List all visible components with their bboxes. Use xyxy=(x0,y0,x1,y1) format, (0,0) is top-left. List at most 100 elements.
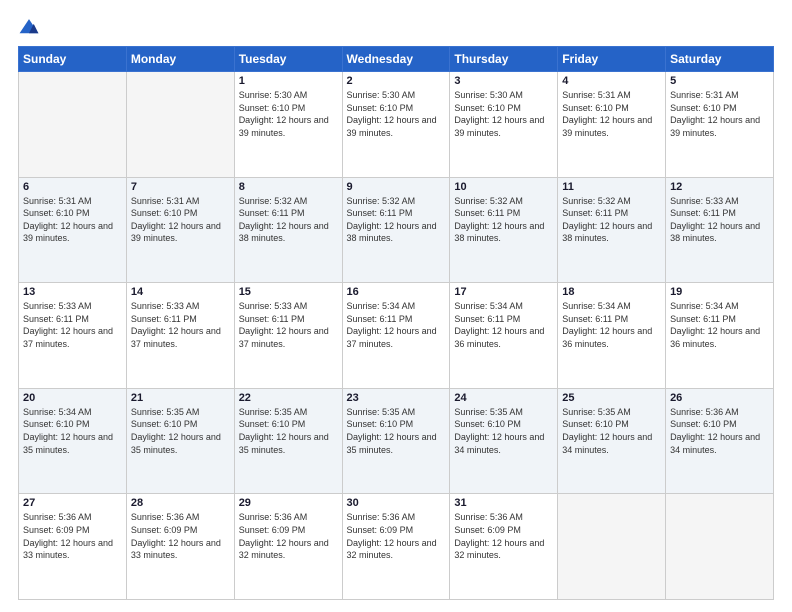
header xyxy=(18,16,774,38)
day-info: Sunrise: 5:34 AM Sunset: 6:10 PM Dayligh… xyxy=(23,406,122,456)
calendar-day-cell: 21Sunrise: 5:35 AM Sunset: 6:10 PM Dayli… xyxy=(126,388,234,494)
calendar-day-cell: 11 Sunrise: 5:32 AM Sunset: 6:11 PM Dayli… xyxy=(558,177,666,283)
calendar-day-cell: 7 Sunrise: 5:31 AM Sunset: 6:10 PM Daylig… xyxy=(126,177,234,283)
day-number: 19 xyxy=(670,286,769,298)
calendar-day-cell: 2 Sunrise: 5:30 AM Sunset: 6:10 PM Daylig… xyxy=(342,72,450,178)
day-number: 6 xyxy=(23,181,122,193)
day-info: Sunrise: 5:32 AM Sunset: 6:11 PM Dayligh… xyxy=(239,195,338,245)
weekday-header-cell: Thursday xyxy=(450,47,558,72)
calendar-day-cell: 19 Sunrise: 5:34 AM Sunset: 6:11 PM Dayli… xyxy=(666,283,774,389)
day-info: Sunrise: 5:36 AM Sunset: 6:09 PM Dayligh… xyxy=(454,511,553,561)
day-number: 28 xyxy=(131,497,230,509)
day-info: Sunrise: 5:36 AM Sunset: 6:09 PM Dayligh… xyxy=(347,511,446,561)
weekday-header-cell: Monday xyxy=(126,47,234,72)
day-number: 30 xyxy=(347,497,446,509)
day-number: 8 xyxy=(239,181,338,193)
day-info: Sunrise: 5:30 AM Sunset: 6:10 PM Dayligh… xyxy=(239,89,338,139)
page: SundayMondayTuesdayWednesdayThursdayFrid… xyxy=(0,0,792,612)
calendar-day-cell xyxy=(19,72,127,178)
day-number: 2 xyxy=(347,75,446,87)
day-number: 27 xyxy=(23,497,122,509)
day-number: 16 xyxy=(347,286,446,298)
day-number: 23 xyxy=(347,392,446,404)
day-info: Sunrise: 5:34 AM Sunset: 6:11 PM Dayligh… xyxy=(562,300,661,350)
calendar-day-cell: 23 Sunrise: 5:35 AM Sunset: 6:10 PM Dayli… xyxy=(342,388,450,494)
day-info: Sunrise: 5:35 AM Sunset: 6:10 PM Dayligh… xyxy=(239,406,338,456)
calendar-day-cell: 1 Sunrise: 5:30 AM Sunset: 6:10 PM Daylig… xyxy=(234,72,342,178)
day-number: 31 xyxy=(454,497,553,509)
weekday-header-row: SundayMondayTuesdayWednesdayThursdayFrid… xyxy=(19,47,774,72)
calendar-day-cell: 4 Sunrise: 5:31 AM Sunset: 6:10 PM Daylig… xyxy=(558,72,666,178)
calendar-day-cell: 27 Sunrise: 5:36 AM Sunset: 6:09 PM Dayli… xyxy=(19,494,127,600)
day-number: 7 xyxy=(131,181,230,193)
calendar-day-cell: 29 Sunrise: 5:36 AM Sunset: 6:09 PM Dayli… xyxy=(234,494,342,600)
calendar-week-row: 27 Sunrise: 5:36 AM Sunset: 6:09 PM Dayli… xyxy=(19,494,774,600)
calendar-day-cell: 16 Sunrise: 5:34 AM Sunset: 6:11 PM Dayli… xyxy=(342,283,450,389)
calendar-day-cell xyxy=(666,494,774,600)
day-number: 3 xyxy=(454,75,553,87)
day-info: Sunrise: 5:31 AM Sunset: 6:10 PM Dayligh… xyxy=(131,195,230,245)
calendar-week-row: 13 Sunrise: 5:33 AM Sunset: 6:11 PM Dayli… xyxy=(19,283,774,389)
calendar-day-cell: 20 Sunrise: 5:34 AM Sunset: 6:10 PM Dayli… xyxy=(19,388,127,494)
day-info: Sunrise: 5:31 AM Sunset: 6:10 PM Dayligh… xyxy=(23,195,122,245)
day-info: Sunrise: 5:35 AM Sunset: 6:10 PM Dayligh… xyxy=(347,406,446,456)
day-info: Sunrise: 5:34 AM Sunset: 6:11 PM Dayligh… xyxy=(347,300,446,350)
day-info: Sunrise: 5:36 AM Sunset: 6:10 PM Dayligh… xyxy=(670,406,769,456)
day-info: Sunrise: 5:31 AM Sunset: 6:10 PM Dayligh… xyxy=(562,89,661,139)
calendar-day-cell: 9 Sunrise: 5:32 AM Sunset: 6:11 PM Daylig… xyxy=(342,177,450,283)
day-info: Sunrise: 5:33 AM Sunset: 6:11 PM Dayligh… xyxy=(23,300,122,350)
day-number: 9 xyxy=(347,181,446,193)
calendar-day-cell: 25 Sunrise: 5:35 AM Sunset: 6:10 PM Dayli… xyxy=(558,388,666,494)
day-info: Sunrise: 5:34 AM Sunset: 6:11 PM Dayligh… xyxy=(454,300,553,350)
day-number: 17 xyxy=(454,286,553,298)
day-number: 29 xyxy=(239,497,338,509)
calendar-day-cell: 13 Sunrise: 5:33 AM Sunset: 6:11 PM Dayli… xyxy=(19,283,127,389)
day-info: Sunrise: 5:33 AM Sunset: 6:11 PM Dayligh… xyxy=(239,300,338,350)
day-info: Sunrise: 5:35 AM Sunset: 6:10 PM Dayligh… xyxy=(454,406,553,456)
day-info: Sunrise: 5:32 AM Sunset: 6:11 PM Dayligh… xyxy=(347,195,446,245)
calendar-day-cell: 5Sunrise: 5:31 AM Sunset: 6:10 PM Daylig… xyxy=(666,72,774,178)
day-info: Sunrise: 5:34 AM Sunset: 6:11 PM Dayligh… xyxy=(670,300,769,350)
day-number: 13 xyxy=(23,286,122,298)
calendar-day-cell xyxy=(126,72,234,178)
day-info: Sunrise: 5:33 AM Sunset: 6:11 PM Dayligh… xyxy=(131,300,230,350)
day-info: Sunrise: 5:32 AM Sunset: 6:11 PM Dayligh… xyxy=(562,195,661,245)
calendar-week-row: 20 Sunrise: 5:34 AM Sunset: 6:10 PM Dayli… xyxy=(19,388,774,494)
calendar-day-cell: 12 Sunrise: 5:33 AM Sunset: 6:11 PM Dayli… xyxy=(666,177,774,283)
day-info: Sunrise: 5:36 AM Sunset: 6:09 PM Dayligh… xyxy=(131,511,230,561)
day-info: Sunrise: 5:30 AM Sunset: 6:10 PM Dayligh… xyxy=(347,89,446,139)
calendar-day-cell: 22 Sunrise: 5:35 AM Sunset: 6:10 PM Dayli… xyxy=(234,388,342,494)
day-number: 22 xyxy=(239,392,338,404)
calendar-day-cell: 15 Sunrise: 5:33 AM Sunset: 6:11 PM Dayli… xyxy=(234,283,342,389)
day-number: 1 xyxy=(239,75,338,87)
calendar-day-cell: 28 Sunrise: 5:36 AM Sunset: 6:09 PM Dayli… xyxy=(126,494,234,600)
calendar-table: SundayMondayTuesdayWednesdayThursdayFrid… xyxy=(18,46,774,600)
day-info: Sunrise: 5:35 AM Sunset: 6:10 PM Dayligh… xyxy=(131,406,230,456)
day-info: Sunrise: 5:36 AM Sunset: 6:09 PM Dayligh… xyxy=(23,511,122,561)
day-number: 14 xyxy=(131,286,230,298)
calendar-day-cell: 10Sunrise: 5:32 AM Sunset: 6:11 PM Dayli… xyxy=(450,177,558,283)
calendar-day-cell: 14 Sunrise: 5:33 AM Sunset: 6:11 PM Dayli… xyxy=(126,283,234,389)
day-number: 20 xyxy=(23,392,122,404)
calendar-day-cell: 31 Sunrise: 5:36 AM Sunset: 6:09 PM Dayli… xyxy=(450,494,558,600)
day-info: Sunrise: 5:35 AM Sunset: 6:10 PM Dayligh… xyxy=(562,406,661,456)
day-number: 25 xyxy=(562,392,661,404)
day-info: Sunrise: 5:36 AM Sunset: 6:09 PM Dayligh… xyxy=(239,511,338,561)
weekday-header-cell: Wednesday xyxy=(342,47,450,72)
logo-icon xyxy=(18,16,40,38)
calendar-day-cell: 3Sunrise: 5:30 AM Sunset: 6:10 PM Daylig… xyxy=(450,72,558,178)
day-info: Sunrise: 5:33 AM Sunset: 6:11 PM Dayligh… xyxy=(670,195,769,245)
day-number: 15 xyxy=(239,286,338,298)
weekday-header-cell: Tuesday xyxy=(234,47,342,72)
day-number: 24 xyxy=(454,392,553,404)
calendar-day-cell xyxy=(558,494,666,600)
day-number: 12 xyxy=(670,181,769,193)
calendar-body: 1 Sunrise: 5:30 AM Sunset: 6:10 PM Daylig… xyxy=(19,72,774,600)
calendar-day-cell: 8 Sunrise: 5:32 AM Sunset: 6:11 PM Daylig… xyxy=(234,177,342,283)
day-number: 11 xyxy=(562,181,661,193)
day-number: 4 xyxy=(562,75,661,87)
calendar-week-row: 6 Sunrise: 5:31 AM Sunset: 6:10 PM Daylig… xyxy=(19,177,774,283)
day-info: Sunrise: 5:32 AM Sunset: 6:11 PM Dayligh… xyxy=(454,195,553,245)
calendar-day-cell: 24 Sunrise: 5:35 AM Sunset: 6:10 PM Dayli… xyxy=(450,388,558,494)
calendar-day-cell: 30 Sunrise: 5:36 AM Sunset: 6:09 PM Dayli… xyxy=(342,494,450,600)
